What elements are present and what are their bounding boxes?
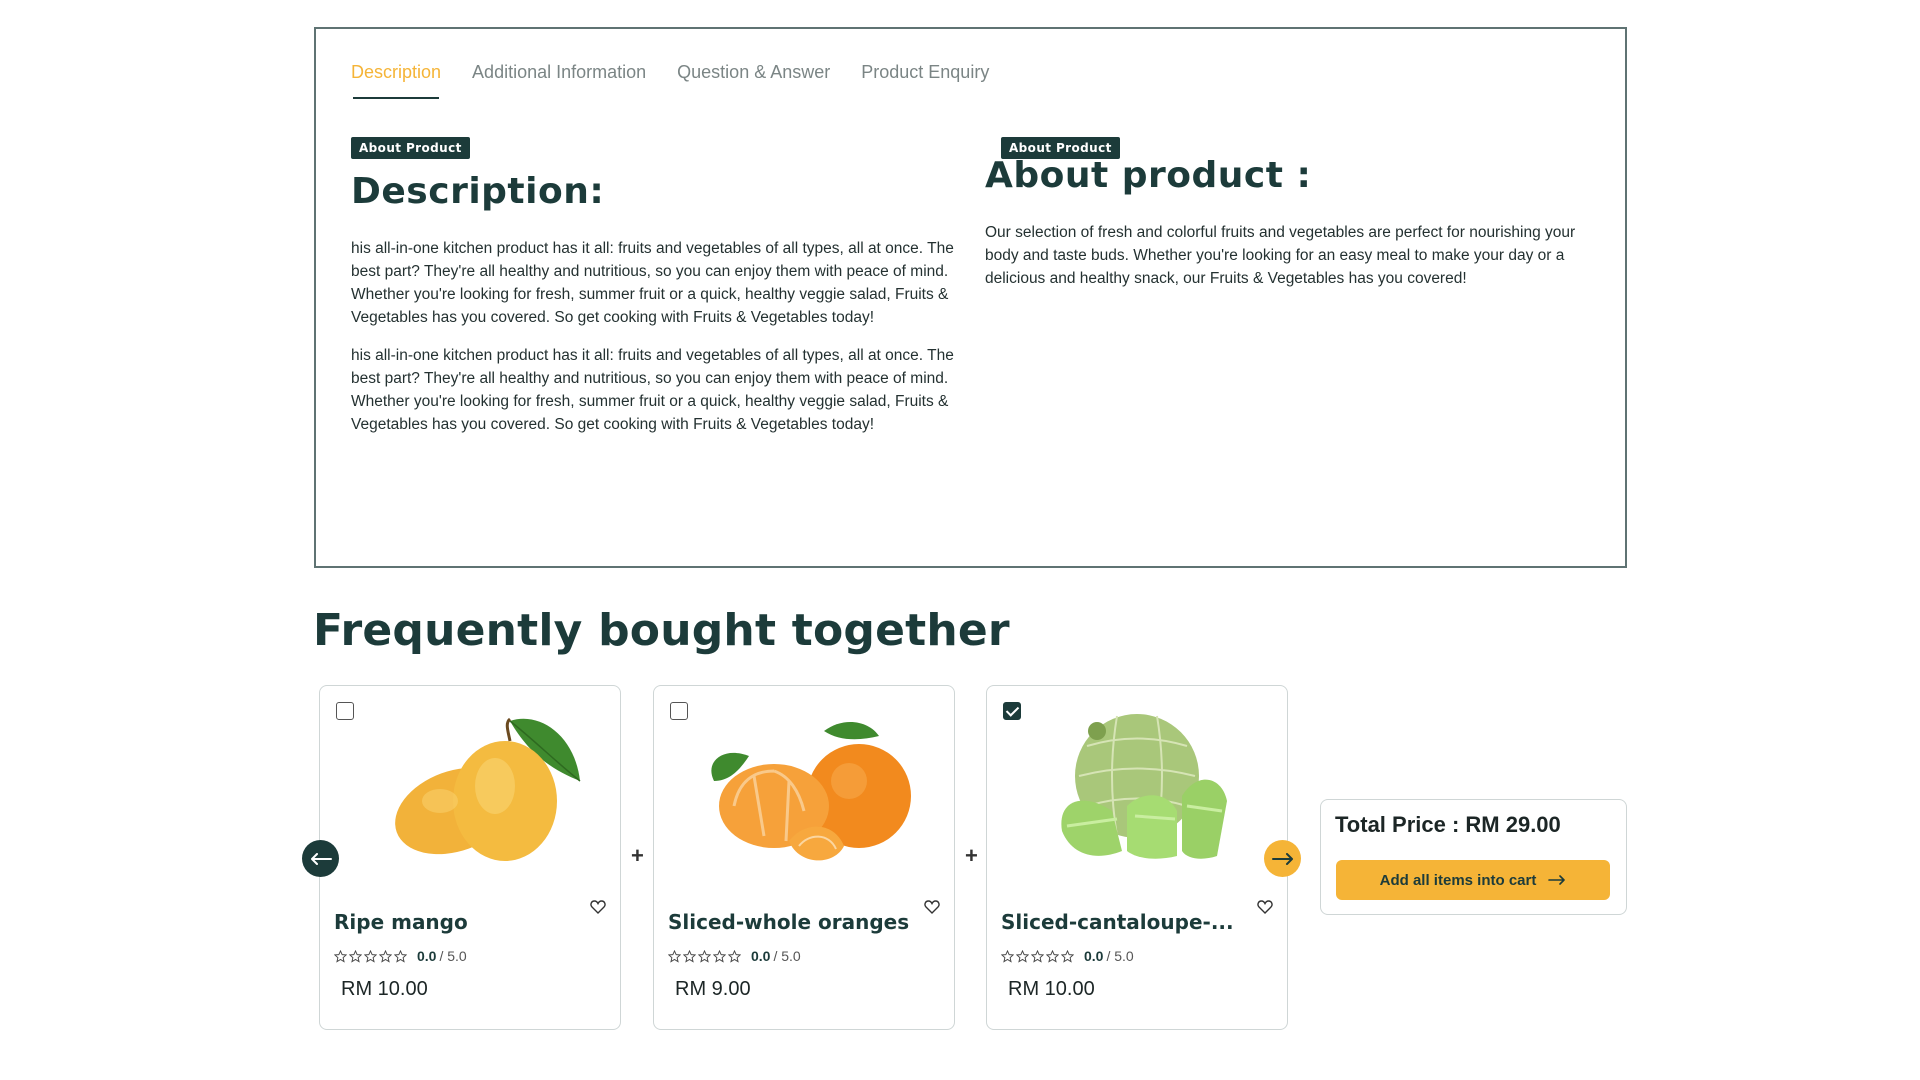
- product-rating: 0.0 / 5.0: [668, 948, 801, 964]
- arrow-right-icon: [1271, 852, 1293, 865]
- star-icon: [698, 949, 711, 963]
- star-icon: [728, 949, 741, 963]
- product-rating: 0.0 / 5.0: [1001, 948, 1134, 964]
- star-icon: [364, 949, 377, 963]
- total-price: Total Price : RM 29.00: [1335, 812, 1561, 837]
- about-product-heading: About product :: [985, 155, 1312, 196]
- product-details-panel: Description Additional Information Quest…: [314, 27, 1627, 568]
- frequently-bought-together-title: Frequently bought together: [313, 605, 1010, 656]
- mango-image: [395, 717, 581, 861]
- add-all-to-cart-button[interactable]: Add all items into cart: [1336, 860, 1610, 900]
- about-product-badge: About Product: [351, 137, 470, 159]
- rating-stars: [668, 949, 741, 963]
- total-price-box: Total Price : RM 29.00 Add all items int…: [1320, 799, 1627, 915]
- carousel-next-button[interactable]: [1264, 840, 1301, 877]
- tab-description[interactable]: Description: [351, 62, 441, 99]
- description-heading: Description:: [351, 171, 605, 212]
- star-icon: [1046, 949, 1059, 963]
- carousel-prev-button[interactable]: [302, 840, 339, 877]
- tab-question-answer[interactable]: Question & Answer: [677, 62, 830, 99]
- star-icon: [1061, 949, 1074, 963]
- arrow-left-icon: [310, 852, 332, 865]
- product-card-mango[interactable]: Ripe mango 0.0 / 5.0 RM 10.00: [319, 685, 621, 1030]
- product-name[interactable]: Ripe mango: [334, 910, 614, 934]
- star-icon: [713, 949, 726, 963]
- rating-max: / 5.0: [1106, 948, 1134, 964]
- rating-stars: [334, 949, 407, 963]
- rating-max: / 5.0: [439, 948, 467, 964]
- orange-image: [711, 721, 911, 861]
- star-icon: [379, 949, 392, 963]
- select-checkbox[interactable]: [1003, 702, 1021, 720]
- description-column: About Product Description: his all-in-on…: [351, 137, 961, 436]
- add-all-to-cart-label: Add all items into cart: [1379, 871, 1537, 889]
- product-price: RM 9.00: [675, 978, 751, 1000]
- product-price: RM 10.00: [341, 978, 428, 1000]
- product-price: RM 10.00: [1008, 978, 1095, 1000]
- rating-max: / 5.0: [773, 948, 801, 964]
- tab-product-enquiry[interactable]: Product Enquiry: [861, 62, 989, 99]
- plus-sign: +: [965, 843, 978, 868]
- about-product-column: About Product About product : Our select…: [985, 137, 1585, 290]
- product-rating: 0.0 / 5.0: [334, 948, 467, 964]
- star-icon: [1016, 949, 1029, 963]
- product-card-oranges[interactable]: Sliced-whole oranges 0.0 / 5.0 RM 9.00: [653, 685, 955, 1030]
- tab-additional-information[interactable]: Additional Information: [472, 62, 646, 99]
- star-icon: [668, 949, 681, 963]
- rating-score: 0.0: [417, 948, 437, 964]
- select-checkbox[interactable]: [670, 702, 688, 720]
- product-name[interactable]: Sliced-whole oranges: [668, 910, 948, 934]
- star-icon: [394, 949, 407, 963]
- description-paragraph-2: his all-in-one kitchen product has it al…: [351, 347, 954, 433]
- cantaloupe-image: [1061, 714, 1227, 859]
- about-product-paragraph: Our selection of fresh and colorful frui…: [985, 224, 1576, 287]
- star-icon: [683, 949, 696, 963]
- product-name[interactable]: Sliced-cantaloupe-...: [1001, 910, 1281, 934]
- product-tabs: Description Additional Information Quest…: [351, 62, 1020, 99]
- star-icon: [334, 949, 347, 963]
- rating-score: 0.0: [751, 948, 771, 964]
- description-paragraph-1: his all-in-one kitchen product has it al…: [351, 240, 954, 326]
- select-checkbox[interactable]: [336, 702, 354, 720]
- rating-score: 0.0: [1084, 948, 1104, 964]
- plus-sign: +: [631, 843, 644, 868]
- product-card-cantaloupe[interactable]: Sliced-cantaloupe-... 0.0 / 5.0 RM 10.00: [986, 685, 1288, 1030]
- star-icon: [1031, 949, 1044, 963]
- star-icon: [349, 949, 362, 963]
- rating-stars: [1001, 949, 1074, 963]
- star-icon: [1001, 949, 1014, 963]
- arrow-right-icon: [1548, 875, 1566, 885]
